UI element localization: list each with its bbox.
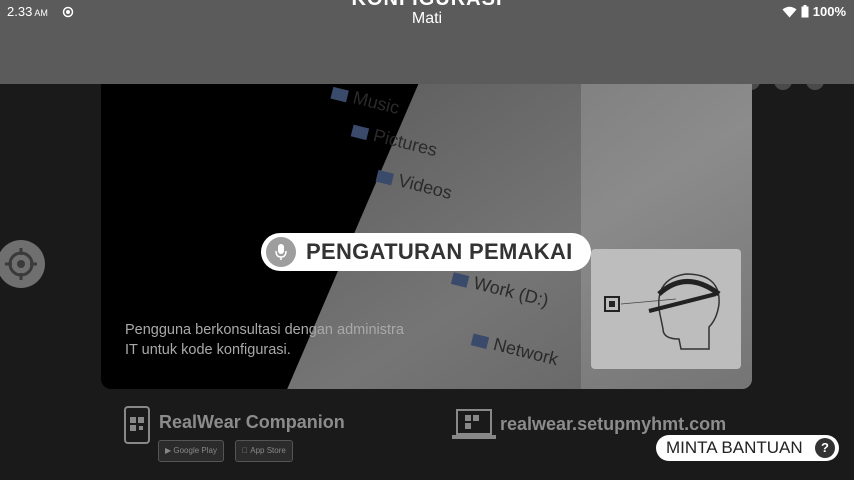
crosshair-icon	[5, 248, 37, 280]
instruction-text: Pengguna berkonsultasi dengan administra…	[125, 320, 445, 360]
help-label: MINTA BANTUAN	[666, 438, 803, 457]
companion-app-label: RealWear Companion	[159, 412, 345, 432]
laptop-qr-icon	[452, 409, 496, 439]
voice-command-label: PENGATURAN PEMAKAI	[306, 239, 573, 264]
explorer-item-label: Music	[351, 87, 402, 119]
headset-illustration	[591, 249, 741, 369]
instruction-line-1: Pengguna berkonsultasi dengan administra	[125, 322, 404, 338]
mic-icon	[275, 244, 287, 260]
app-store-label: App Store	[242, 446, 286, 455]
headset-qr-icon	[604, 273, 721, 350]
setup-screen: Music Pictures Videos Work (D:) Network …	[0, 72, 854, 480]
crosshair-button[interactable]	[0, 240, 45, 288]
instruction-line-2: IT untuk kode konfigurasi.	[125, 342, 291, 358]
wifi-icon	[782, 6, 797, 17]
status-right: 100%	[782, 4, 846, 19]
shade-subtitle: Mati	[411, 10, 443, 27]
user-settings-voice-command[interactable]: PENGATURAN PEMAKAI	[261, 233, 591, 271]
google-play-label: Google Play	[173, 446, 217, 455]
google-play-badge[interactable]: ▶ Google Play	[158, 440, 224, 462]
battery-percent: 100%	[812, 4, 846, 19]
notification-shade: 2.33AM KONFIGURASI Mati 100%	[0, 0, 854, 84]
phone-qr-icon	[124, 406, 150, 444]
explorer-item: Music	[329, 82, 402, 119]
help-icon: ?	[815, 438, 835, 458]
instruction-card: Music Pictures Videos Work (D:) Network …	[101, 74, 752, 389]
app-store-badge[interactable]:  App Store	[235, 440, 293, 462]
mic-button	[266, 237, 296, 267]
help-button[interactable]: MINTA BANTUAN ?	[656, 435, 839, 461]
website-url[interactable]: realwear.setupmyhmt.com	[500, 414, 726, 435]
battery-icon	[801, 5, 809, 18]
